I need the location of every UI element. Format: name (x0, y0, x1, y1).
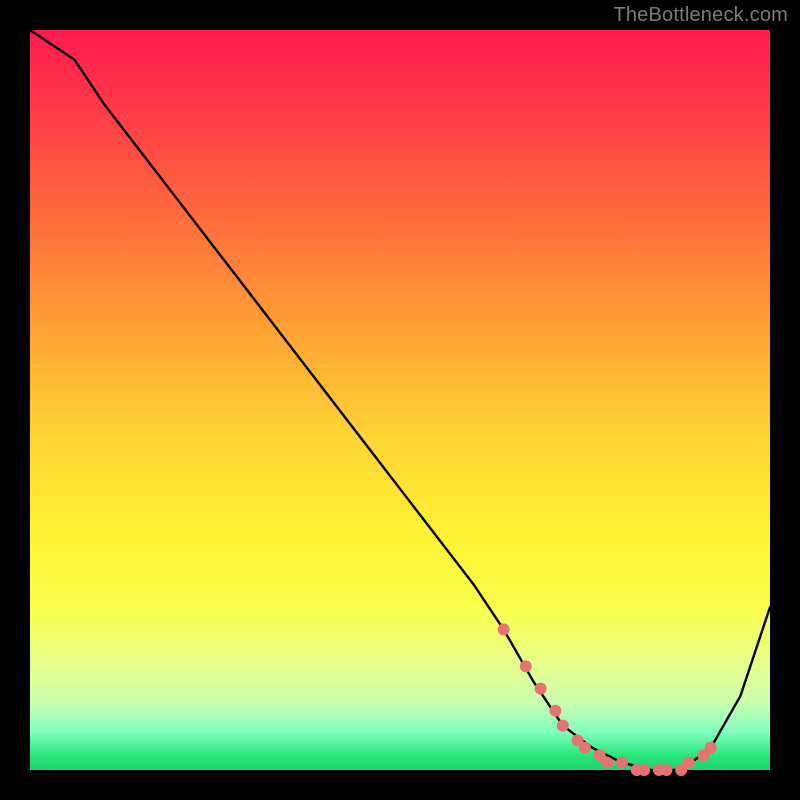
highlight-dot (601, 757, 613, 769)
plot-area (30, 30, 770, 770)
highlight-dot (498, 623, 510, 635)
highlight-dot (520, 660, 532, 672)
highlight-dot (683, 757, 695, 769)
highlight-dots (498, 623, 717, 776)
highlight-dot (549, 705, 561, 717)
highlight-dot (557, 720, 569, 732)
highlight-dot (705, 742, 717, 754)
highlight-dot (660, 764, 672, 776)
curve-svg (30, 30, 770, 770)
chart-frame: TheBottleneck.com (0, 0, 800, 800)
highlight-dot (579, 742, 591, 754)
bottleneck-curve (30, 30, 770, 770)
highlight-dot (638, 764, 650, 776)
attribution-label: TheBottleneck.com (613, 4, 788, 27)
highlight-dot (616, 757, 628, 769)
highlight-dot (535, 683, 547, 695)
